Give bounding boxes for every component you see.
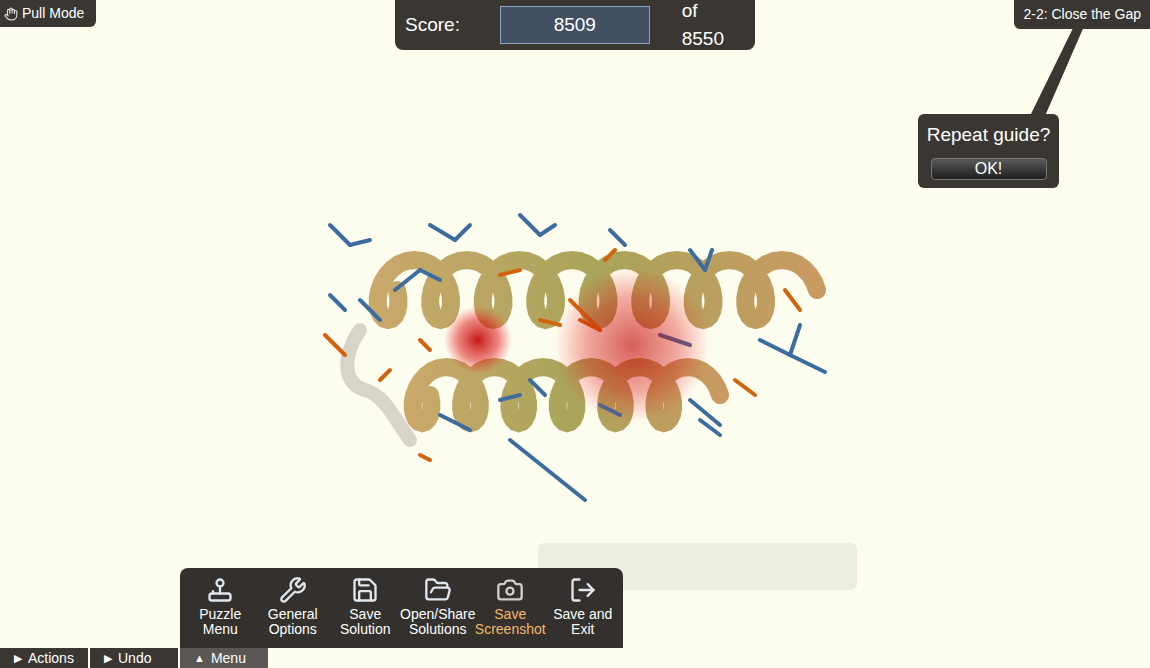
menu-item-icon: [424, 576, 452, 604]
menu-item-icon: [569, 576, 597, 604]
game-screen: Pull ModeScore:8509of 85502-2: Close the…: [0, 0, 1150, 668]
menu-button[interactable]: GeneralOptions: [257, 576, 329, 637]
menu-item-icon: [496, 576, 524, 604]
menu-item-icon: [279, 576, 307, 604]
hand-icon: [4, 7, 18, 21]
score-value: 8509: [500, 6, 650, 44]
bottom-bar-button[interactable]: ▲Menu: [180, 648, 268, 668]
menu-button[interactable]: PuzzleMenu: [184, 576, 256, 637]
bottom-bar-button[interactable]: ▶Undo: [90, 648, 178, 668]
bottom-bar: ▶Actions▶Undo▲Menu: [0, 648, 268, 668]
menu-item-icon: [206, 576, 234, 604]
ok-button[interactable]: OK!: [931, 158, 1047, 180]
menu-button[interactable]: Open/ShareSolutions: [402, 576, 474, 637]
menu-button[interactable]: SaveSolution: [329, 576, 401, 637]
bottom-bar-button[interactable]: ▶Actions: [0, 648, 88, 668]
score-panel: Score:8509of 8550: [395, 0, 755, 50]
mode-badge[interactable]: Pull Mode: [0, 0, 96, 27]
menu-item-icon: [351, 576, 379, 604]
callout-pointer-icon: [0, 0, 1150, 130]
menu-button[interactable]: Save andExit: [547, 576, 619, 637]
menu-panel: PuzzleMenuGeneralOptionsSaveSolutionOpen…: [180, 568, 623, 648]
guide-callout: Repeat guide?OK!: [918, 114, 1059, 188]
menu-button[interactable]: SaveScreenshot: [474, 576, 546, 637]
